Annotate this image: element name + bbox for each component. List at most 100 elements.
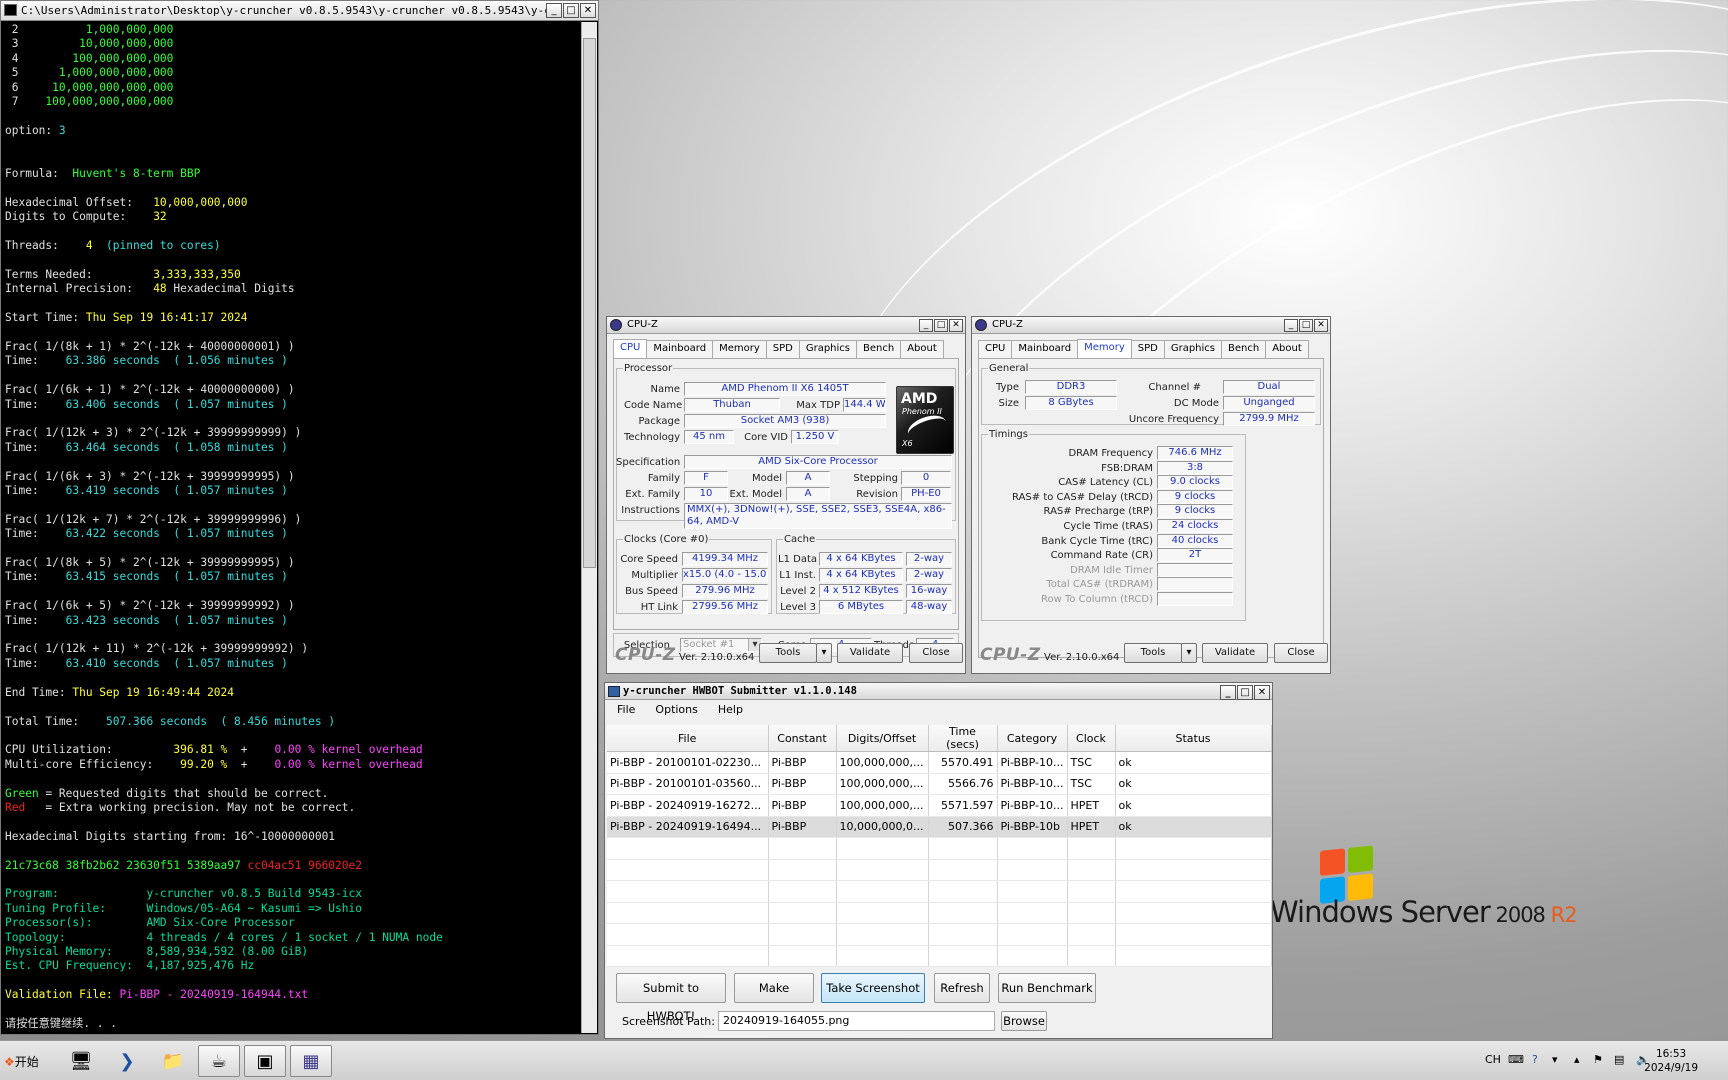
table-row[interactable] — [607, 945, 1272, 967]
make-datafile-button[interactable]: Make Datafile — [734, 973, 814, 1023]
keyboard-icon[interactable]: ⌨ — [1508, 1053, 1524, 1066]
hwbot-title-bar[interactable]: y-cruncher HWBOT Submitter v1.1.0.148 _ … — [605, 683, 1272, 700]
table-row[interactable] — [607, 923, 1272, 946]
tools-dropdown-icon[interactable]: ▾ — [1181, 643, 1197, 663]
frac-time-line: Time: 63.423 seconds ( 1.057 minutes ) — [5, 613, 288, 627]
column-header[interactable]: Status — [1115, 725, 1272, 752]
cpuz-taskbar-icon[interactable]: ▦ — [290, 1045, 332, 1077]
network-icon[interactable]: ▤ — [1614, 1053, 1624, 1066]
menu-file[interactable]: File — [617, 703, 635, 720]
close-button[interactable]: ✕ — [1254, 685, 1270, 700]
column-header[interactable]: Clock — [1067, 725, 1116, 752]
action-center-flag-icon[interactable]: ⚑ — [1593, 1053, 1603, 1066]
table-cell: ok — [1115, 773, 1272, 795]
table-row[interactable] — [607, 859, 1272, 881]
taskbar-clock[interactable]: 16:53 2024/9/19 — [1644, 1047, 1698, 1075]
minimize-button[interactable]: _ — [1220, 685, 1236, 700]
close-button[interactable]: ✕ — [1314, 319, 1328, 332]
cpuz-title-bar[interactable]: CPU-Z _ □ ✕ — [972, 317, 1330, 334]
tab-memory[interactable]: Memory — [712, 340, 767, 358]
tray-arrow-icon[interactable]: ▾ — [1552, 1053, 1558, 1066]
tab-spd[interactable]: SPD — [1130, 340, 1165, 358]
table-row[interactable] — [607, 902, 1272, 924]
submit-to-hwbot-button[interactable]: Submit to HWBOT! — [616, 973, 726, 1023]
tools-button[interactable]: Tools — [1124, 643, 1182, 663]
maximize-button[interactable]: □ — [563, 3, 579, 18]
console-window[interactable]: C:\Users\Administrator\Desktop\y-crunche… — [0, 0, 599, 1035]
l1inst-way: 2-way — [906, 568, 952, 582]
table-cell: HPET — [1067, 816, 1116, 838]
cpuz-app-icon — [610, 319, 622, 331]
console-taskbar-icon[interactable]: ▣ — [244, 1045, 286, 1077]
tab-spd[interactable]: SPD — [765, 340, 800, 358]
table-row[interactable] — [607, 880, 1272, 903]
column-header[interactable]: File — [607, 725, 769, 752]
table-row[interactable] — [607, 837, 1272, 860]
powershell-icon[interactable]: ❯ — [106, 1045, 148, 1077]
tools-dropdown-icon[interactable]: ▾ — [816, 643, 832, 663]
help-icon[interactable]: ? — [1532, 1053, 1538, 1066]
tab-memory[interactable]: Memory — [1077, 339, 1132, 358]
table-row[interactable]: Pi-BBP - 20100101-03560... Pi-BBP 100,000,… — [607, 773, 1272, 795]
start-button[interactable]: ❖开始 — [2, 1047, 45, 1075]
tools-button[interactable]: Tools — [759, 643, 817, 663]
table-row[interactable]: Pi-BBP - 20100101-02230... Pi-BBP 100,000,… — [607, 751, 1272, 774]
language-indicator[interactable]: CH — [1485, 1053, 1501, 1066]
cpuz-title-bar[interactable]: CPU-Z _ □ ✕ — [607, 317, 965, 334]
table-row[interactable]: Pi-BBP - 20240919-16494... Pi-BBP 10,000,0… — [607, 816, 1272, 838]
column-header[interactable]: Time (secs) — [928, 725, 998, 752]
tab-about[interactable]: About — [900, 340, 944, 358]
cpuz-cpu-window[interactable]: CPU-Z _ □ ✕ CPU Mainboard Memory SPD Graphic… — [606, 316, 966, 674]
frac-time-line: Time: 63.464 seconds ( 1.058 minutes ) — [5, 440, 288, 454]
hwbot-submitter-window[interactable]: y-cruncher HWBOT Submitter v1.1.0.148 _ … — [604, 682, 1273, 1039]
browse-button[interactable]: Browse — [1001, 1011, 1047, 1031]
tab-graphics[interactable]: Graphics — [798, 340, 858, 358]
cpuz-memory-window[interactable]: CPU-Z _ □ ✕ CPU Mainboard Memory SPD Graphic… — [971, 316, 1331, 674]
scrollbar-thumb[interactable] — [583, 38, 596, 568]
maximize-button[interactable]: □ — [1299, 319, 1313, 332]
validate-button[interactable]: Validate — [1202, 643, 1268, 663]
validate-button[interactable]: Validate — [837, 643, 903, 663]
refresh-button[interactable]: Refresh — [934, 973, 990, 1003]
minimize-button[interactable]: _ — [546, 3, 562, 18]
tab-about[interactable]: About — [1265, 340, 1309, 358]
maximize-button[interactable]: □ — [934, 319, 948, 332]
menu-options[interactable]: Options — [655, 703, 697, 720]
tab-cpu[interactable]: CPU — [978, 340, 1013, 358]
column-header[interactable]: Digits/Offset — [836, 725, 929, 752]
take-screenshot-button[interactable]: Take Screenshot — [821, 973, 925, 1003]
timing-value: 3:8 — [1157, 460, 1233, 475]
table-row[interactable]: Pi-BBP - 20240919-16272... Pi-BBP 100,000,… — [607, 794, 1272, 817]
tab-mainboard[interactable]: Mainboard — [1011, 340, 1079, 358]
console-title: C:\Users\Administrator\Desktop\y-crunche… — [21, 4, 571, 17]
close-cpuz-button[interactable]: Close — [909, 643, 963, 663]
column-header[interactable]: Category — [997, 725, 1068, 752]
tab-mainboard[interactable]: Mainboard — [646, 340, 714, 358]
minimize-button[interactable]: _ — [1284, 319, 1298, 332]
tab-cpu[interactable]: CPU — [613, 339, 648, 358]
tab-graphics[interactable]: Graphics — [1163, 340, 1223, 358]
console-title-bar[interactable]: C:\Users\Administrator\Desktop\y-crunche… — [1, 1, 598, 21]
minimize-button[interactable]: _ — [919, 319, 933, 332]
explorer-folder-icon[interactable]: 📁 — [152, 1045, 194, 1077]
run-benchmark-button[interactable]: Run Benchmark — [998, 973, 1096, 1003]
close-button[interactable]: ✕ — [949, 319, 963, 332]
tab-bench[interactable]: Bench — [856, 340, 902, 358]
close-button[interactable]: ✕ — [580, 3, 596, 18]
option-line: 3 10,000,000,000 — [5, 37, 174, 51]
close-cpuz-button[interactable]: Close — [1274, 643, 1328, 663]
table-cell — [836, 859, 929, 881]
maximize-button[interactable]: □ — [1237, 685, 1253, 700]
column-header[interactable]: Constant — [768, 725, 837, 752]
menu-help[interactable]: Help — [718, 703, 743, 720]
l3-way: 48-way — [906, 600, 952, 614]
java-icon[interactable]: ☕ — [198, 1045, 240, 1077]
screenshot-path-input[interactable]: 20240919-164055.png — [718, 1011, 995, 1031]
server-manager-icon[interactable]: 🖥 — [60, 1045, 102, 1077]
busspeed-value: 279.96 MHz — [682, 584, 768, 598]
console-scrollbar[interactable] — [581, 22, 597, 1033]
show-hidden-icon[interactable]: ▴ — [1574, 1053, 1580, 1066]
tab-bench[interactable]: Bench — [1221, 340, 1267, 358]
